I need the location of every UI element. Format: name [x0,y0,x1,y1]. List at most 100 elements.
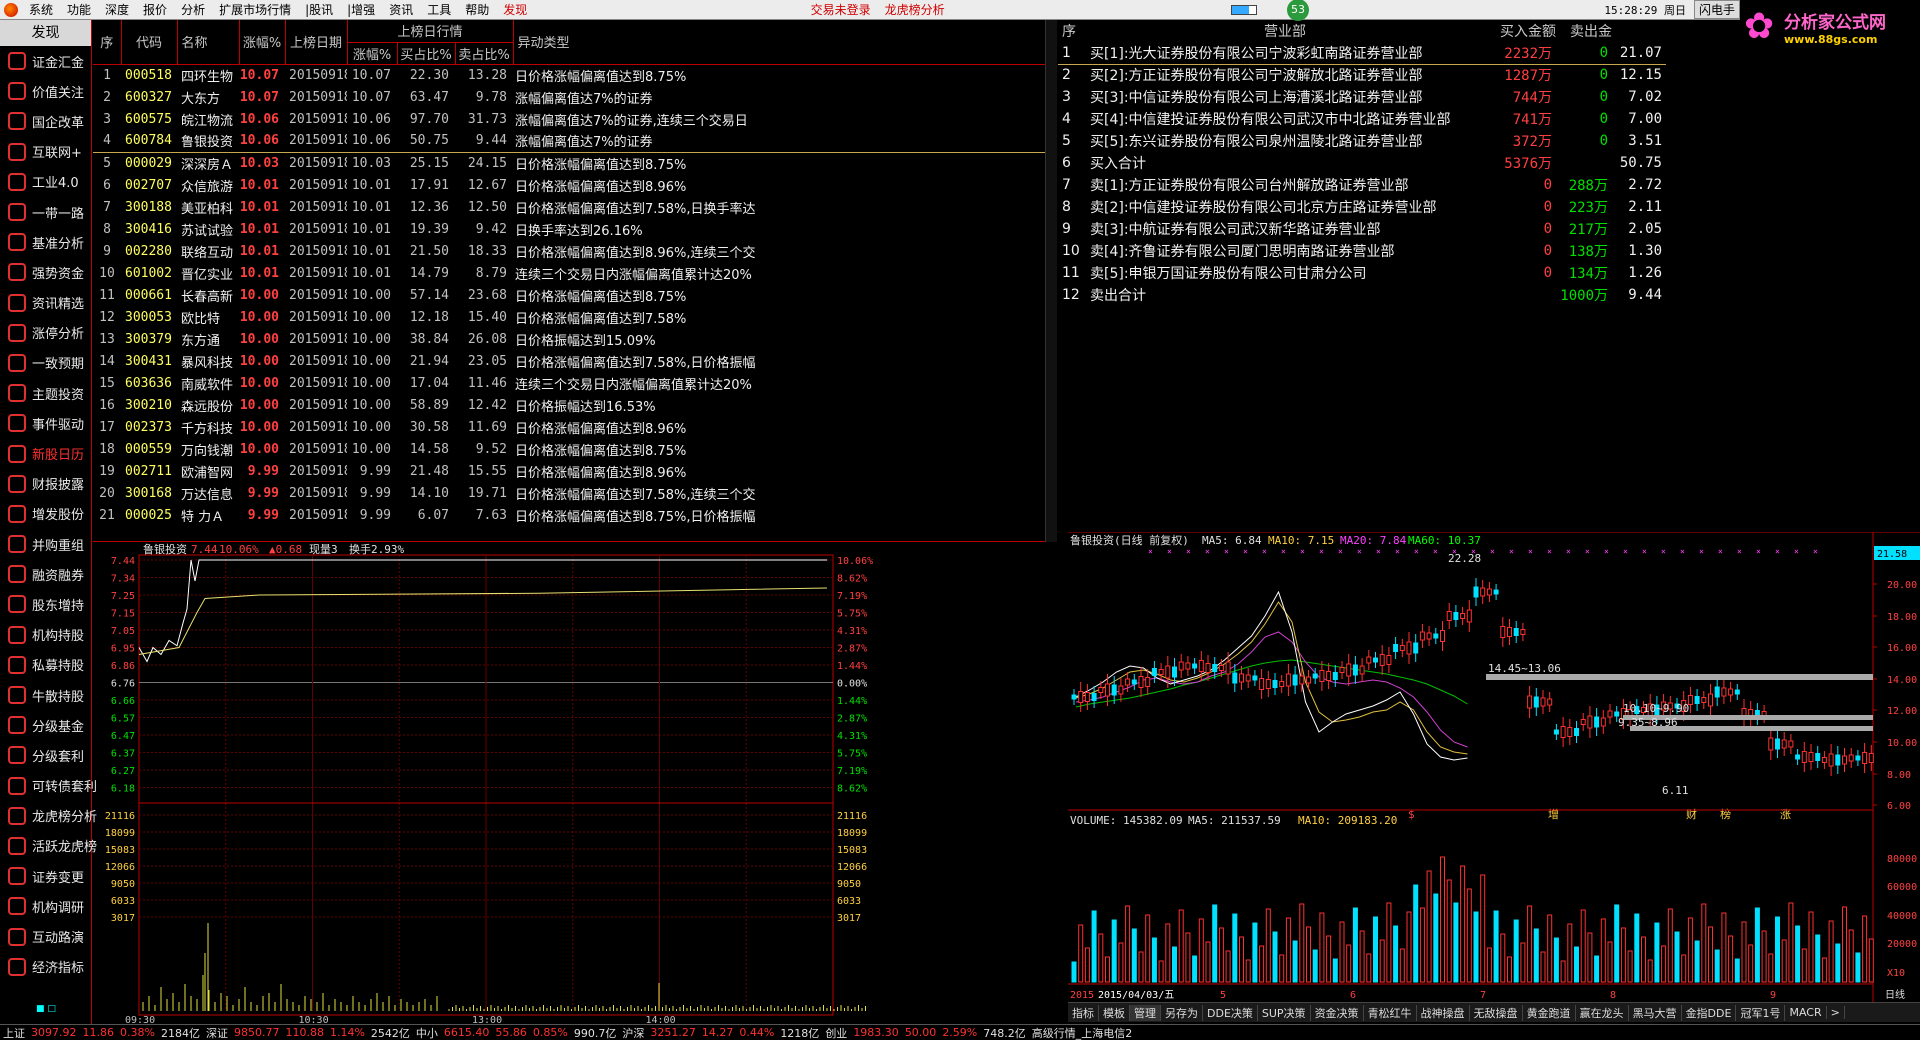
table-row[interactable]: 11 000661 长春高新 10.00 20150918 10.00 57.14 23.68… [93,284,1055,306]
toolbar-item-2[interactable]: 管理 [1130,1004,1161,1021]
sidebar-item-11[interactable]: 主题投资 [0,378,91,408]
sidebar-item-1[interactable]: 价值关注 [0,76,91,106]
broker-row[interactable]: 8 卖[2]:中信建投证券股份有限公司北京方庄路证券营业部 0 223万 2.11 [1058,196,1920,218]
table-row[interactable]: 8 300416 苏试试验 10.01 20150918 10.01 19.39 9.42 日换… [93,218,1055,240]
menu-item-6[interactable]: |股讯 [298,1,340,18]
menu-item-10[interactable]: 帮助 [458,1,496,18]
menu-item-3[interactable]: 报价 [136,1,174,18]
col-group-change[interactable]: 涨幅% [347,42,398,65]
broker-row[interactable]: 6 买入合计 5376万 50.75 [1058,152,1920,174]
sidebar-item-4[interactable]: 工业4.0 [0,167,91,197]
toolbar-item-1[interactable]: 模板 [1099,1004,1130,1021]
menu-item-7[interactable]: |增强 [340,1,382,18]
table-row[interactable]: 16 300210 森远股份 10.00 20150918 10.00 58.89 12.42… [93,394,1055,416]
table-row[interactable]: 2 600327 大东方 10.07 20150918 10.07 63.47 9.78 涨幅偏… [93,86,1055,108]
menu-item-2[interactable]: 深度 [98,1,136,18]
col-date[interactable]: 上榜日期 [285,20,348,65]
sidebar-item-25[interactable]: 龙虎榜分析 [0,801,97,831]
toolbar-item-16[interactable]: > [1827,1006,1845,1019]
sidebar-item-3[interactable]: 互联网+ [0,137,91,167]
sidebar-item-2[interactable]: 国企改革 [0,106,91,136]
col-seq[interactable]: 序 [93,20,122,65]
col-r-dept[interactable]: 营业部 [1090,20,1480,42]
lhb-analysis-link[interactable]: 龙虎榜分析 [878,1,952,18]
table-row[interactable]: 10 601002 晋亿实业 10.01 20150918 10.01 14.79 8.79 连… [93,262,1055,284]
broker-row[interactable]: 12 卖出合计 1000万 9.44 [1058,284,1920,306]
col-change[interactable]: 涨幅% [239,20,286,65]
toolbar-item-10[interactable]: 黄金跑道 [1523,1004,1576,1021]
sidebar-item-18[interactable]: 股东增持 [0,589,91,619]
table-row[interactable]: 3 600575 皖江物流 10.06 20150918 10.06 97.70 31.73 涨… [93,108,1055,130]
sidebar-item-13[interactable]: 新股日历 [0,438,91,468]
table-row[interactable]: 18 000559 万向钱潮 10.00 20150918 10.00 14.58 9.52 日… [93,438,1055,460]
table-row[interactable]: 15 603636 南威软件 10.00 20150918 10.00 17.04 11.46… [93,372,1055,394]
sidebar-item-21[interactable]: 牛散持股 [0,680,91,710]
toolbar-item-8[interactable]: 战神操盘 [1417,1004,1470,1021]
table-row[interactable]: 17 002373 千方科技 10.00 20150918 10.00 30.58 11.69… [93,416,1055,438]
sidebar-item-24[interactable]: 可转债套利 [0,771,97,801]
sidebar-item-23[interactable]: 分级套利 [0,740,91,770]
toolbar-item-6[interactable]: 资金决策 [1311,1004,1364,1021]
sidebar-item-5[interactable]: 一带一路 [0,197,91,227]
table-row[interactable]: 1 000518 四环生物 10.07 20150918 10.07 22.30 13.28 日… [93,64,1055,86]
col-code[interactable]: 代码 [121,20,178,65]
table-row[interactable]: 9 002280 联络互动 10.01 20150918 10.01 21.50 18.33 日… [93,240,1055,262]
sidebar-item-15[interactable]: 增发股份 [0,499,91,529]
toolbar-item-0[interactable]: 指标 [1068,1004,1099,1021]
login-status[interactable]: 交易未登录 [804,1,878,18]
table-row[interactable]: 5 000029 深深房Ａ 10.03 20150918 10.03 25.15 24.15 日… [93,152,1055,174]
table-row[interactable]: 4 600784 鲁银投资 10.06 20150918 10.06 50.75 9.44 涨幅… [93,130,1055,153]
sidebar-item-7[interactable]: 强势资金 [0,257,91,287]
sidebar-item-30[interactable]: 经济指标 [0,952,91,982]
sidebar-page-dots[interactable]: ■ □ [36,1004,56,1014]
table-row[interactable]: 14 300431 暴风科技 10.00 20150918 10.00 21.94 23.05… [93,350,1055,372]
flash-trade-button[interactable]: 闪电手 [1693,0,1740,19]
sidebar-item-29[interactable]: 互动路演 [0,921,91,951]
broker-row[interactable]: 3 买[3]:中信证券股份有限公司上海漕溪北路证券营业部 744万 0 7.02 [1058,86,1920,108]
menu-item-1[interactable]: 功能 [60,1,98,18]
broker-row[interactable]: 10 卖[4]:齐鲁证券有限公司厦门思明南路证券营业部 0 138万 1.30 [1058,240,1920,262]
col-buy-ratio[interactable]: 买占比% [397,42,456,65]
col-type[interactable]: 异动类型 [513,20,1055,65]
table-row[interactable]: 19 002711 欧浦智网 9.99 20150918 9.99 21.48 15.55 日价… [93,460,1055,482]
broker-row[interactable]: 4 买[4]:中信建投证券股份有限公司武汉市中北路证券营业部 741万 0 7.00 [1058,108,1920,130]
sidebar-item-6[interactable]: 基准分析 [0,227,91,257]
sidebar-item-9[interactable]: 涨停分析 [0,318,91,348]
sidebar-item-17[interactable]: 融资融券 [0,559,91,589]
table-row[interactable]: 13 300379 东方通 10.00 20150918 10.00 38.84 26.08 日… [93,328,1055,350]
col-r-seq[interactable]: 序 [1058,20,1090,42]
notification-badge[interactable]: 53 [1287,0,1309,21]
menu-item-4[interactable]: 分析 [174,1,212,18]
menu-item-0[interactable]: 系统 [22,1,60,18]
menu-find[interactable]: 发现 [496,1,534,18]
toolbar-item-13[interactable]: 金指DDE [1682,1004,1737,1021]
toolbar-item-5[interactable]: SUP决策 [1258,1004,1311,1021]
broker-row[interactable]: 9 卖[3]:中航证券有限公司武汉新华路证券营业部 0 217万 2.05 [1058,218,1920,240]
sidebar-item-20[interactable]: 私募持股 [0,650,91,680]
toolbar-item-7[interactable]: 青松红牛 [1364,1004,1417,1021]
sidebar-item-14[interactable]: 财报披露 [0,469,91,499]
toolbar-item-4[interactable]: DDE决策 [1203,1004,1258,1021]
menu-item-8[interactable]: 资讯 [382,1,420,18]
sidebar-item-10[interactable]: 一致预期 [0,348,91,378]
table-scrollbar[interactable] [1045,20,1057,542]
menu-item-9[interactable]: 工具 [420,1,458,18]
broker-row[interactable]: 2 买[2]:方正证券股份有限公司宁波解放北路证券营业部 1287万 0 12.15 [1058,64,1920,86]
sidebar-item-12[interactable]: 事件驱动 [0,408,91,438]
sidebar-item-22[interactable]: 分级基金 [0,710,91,740]
toolbar-item-14[interactable]: 冠军1号 [1736,1004,1786,1021]
sidebar-item-28[interactable]: 机构调研 [0,891,91,921]
sidebar-item-0[interactable]: 证金汇金 [0,46,91,76]
menu-item-5[interactable]: 扩展市场行情 [212,1,298,18]
sidebar-item-16[interactable]: 并购重组 [0,529,91,559]
col-name[interactable]: 名称 [177,20,240,65]
col-r-sell[interactable]: 卖出金 [1556,20,1612,42]
toolbar-item-12[interactable]: 黑马大营 [1629,1004,1682,1021]
col-r-buy[interactable]: 买入金额 [1480,20,1556,42]
toolbar-item-15[interactable]: MACR [1785,1006,1827,1019]
broker-row[interactable]: 5 买[5]:东兴证券股份有限公司泉州温陵北路证券营业部 372万 0 3.51 [1058,130,1920,152]
broker-row[interactable]: 11 卖[5]:申银万国证券股份有限公司甘肃分公司 0 134万 1.26 [1058,262,1920,284]
sidebar-item-8[interactable]: 资讯精选 [0,288,91,318]
sidebar-item-27[interactable]: 证券变更 [0,861,91,891]
table-row[interactable]: 20 300168 万达信息 9.99 20150918 9.99 14.10 19.71 日价… [93,482,1055,504]
